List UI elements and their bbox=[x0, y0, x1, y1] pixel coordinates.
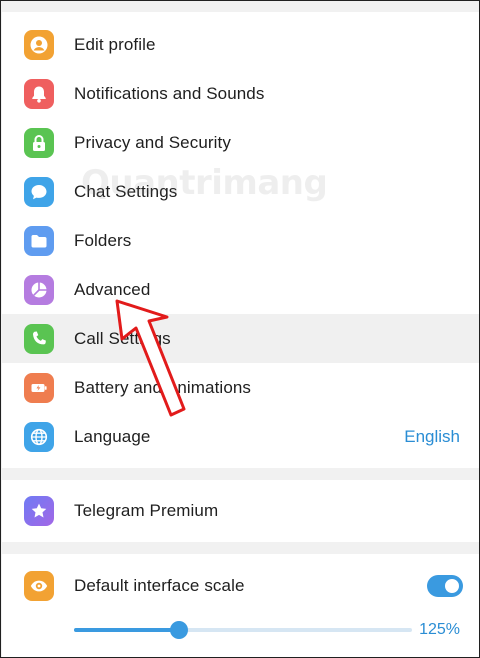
scale-value: 125% bbox=[419, 621, 460, 638]
menu-item-label: Advanced bbox=[74, 279, 151, 299]
menu-item-label: Folders bbox=[74, 230, 132, 250]
person-icon bbox=[24, 29, 54, 60]
menu-item-label: Telegram Premium bbox=[74, 500, 219, 520]
scale-slider[interactable] bbox=[74, 621, 412, 639]
battery-icon bbox=[24, 372, 54, 403]
menu-item-telegram-premium[interactable]: Telegram Premium bbox=[2, 486, 479, 535]
toggle-knob bbox=[443, 576, 461, 595]
slider-fill bbox=[74, 628, 179, 632]
default-interface-scale-row[interactable]: Default interface scale bbox=[2, 561, 479, 610]
settings-menu: Edit profile Notifications and Sounds Pr… bbox=[2, 12, 479, 468]
star-icon bbox=[24, 495, 54, 526]
menu-item-edit-profile[interactable]: Edit profile bbox=[2, 20, 479, 69]
menu-item-notifications[interactable]: Notifications and Sounds bbox=[2, 69, 479, 118]
phone-icon bbox=[24, 323, 54, 354]
language-value: English bbox=[404, 426, 460, 446]
menu-item-label: Edit profile bbox=[74, 34, 156, 54]
scale-toggle[interactable] bbox=[427, 574, 463, 597]
bell-icon bbox=[24, 78, 54, 109]
settings-window: Edit profile Notifications and Sounds Pr… bbox=[0, 0, 480, 658]
menu-item-label: Battery and Animations bbox=[74, 377, 252, 397]
menu-item-language[interactable]: Language English bbox=[2, 412, 479, 461]
menu-item-privacy[interactable]: Privacy and Security bbox=[2, 118, 479, 167]
slider-thumb[interactable] bbox=[169, 621, 188, 639]
chat-bubble-icon bbox=[24, 176, 54, 207]
eye-icon bbox=[24, 570, 54, 601]
folder-icon bbox=[24, 225, 54, 256]
menu-item-folders[interactable]: Folders bbox=[2, 216, 479, 265]
menu-item-label: Language bbox=[74, 426, 151, 446]
globe-icon bbox=[24, 421, 54, 452]
menu-item-battery[interactable]: Battery and Animations bbox=[2, 363, 479, 412]
menu-item-advanced[interactable]: Advanced bbox=[2, 265, 479, 314]
pie-chart-icon bbox=[24, 274, 54, 305]
lock-icon bbox=[24, 127, 54, 158]
menu-item-label: Default interface scale bbox=[74, 575, 245, 595]
menu-item-label: Notifications and Sounds bbox=[74, 83, 265, 103]
menu-item-label: Call Settings bbox=[74, 328, 171, 348]
premium-section: Telegram Premium bbox=[2, 480, 479, 542]
menu-item-chat-settings[interactable]: Chat Settings bbox=[2, 167, 479, 216]
menu-item-label: Chat Settings bbox=[74, 181, 178, 201]
menu-item-label: Privacy and Security bbox=[74, 132, 231, 152]
scale-section: Default interface scale bbox=[2, 554, 479, 657]
menu-item-call-settings[interactable]: Call Settings bbox=[2, 314, 479, 363]
